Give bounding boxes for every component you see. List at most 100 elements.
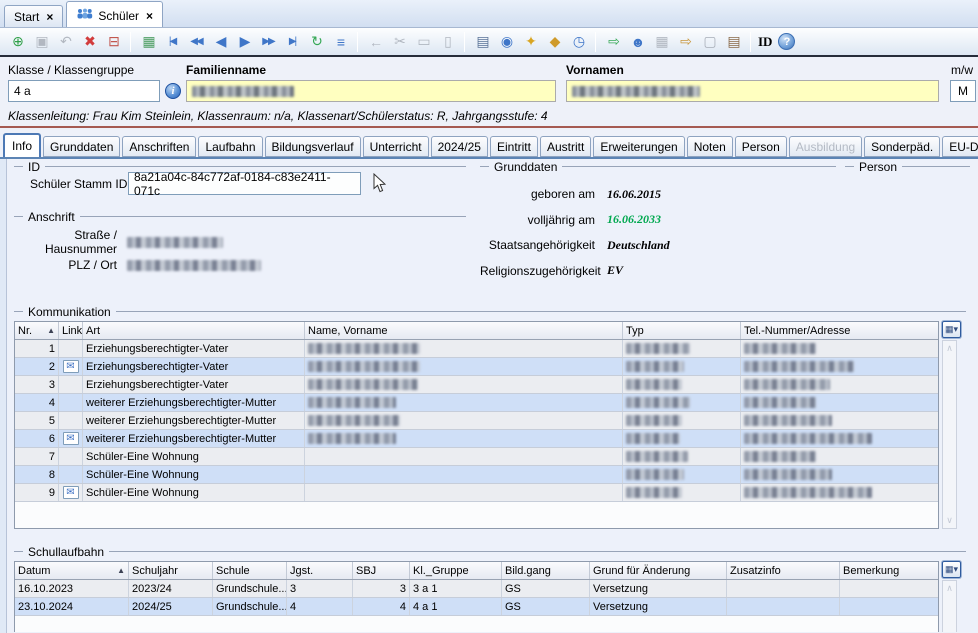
email-icon[interactable]: ✉ — [63, 432, 79, 445]
address-book-icon[interactable]: ▤ — [722, 31, 744, 53]
folder-export-icon[interactable]: ⇨ — [674, 31, 696, 53]
kommunikation-row[interactable]: 3Erziehungsberechtigter-Vater — [15, 376, 938, 394]
column-header-nr-[interactable]: Nr.▲ — [15, 322, 59, 339]
last-record-icon[interactable]: ▶| — [281, 31, 303, 53]
column-header-sbj[interactable]: SBJ — [353, 562, 410, 579]
kommunikation-row[interactable]: 1Erziehungsberechtigter-Vater — [15, 340, 938, 358]
email-icon[interactable]: ✉ — [63, 486, 79, 499]
preview-eye-icon[interactable]: ◉ — [495, 31, 517, 53]
column-header-grund-f-r-nderung[interactable]: Grund für Änderung — [590, 562, 727, 579]
close-icon[interactable]: × — [46, 10, 53, 24]
list-view-icon[interactable]: ≡ — [329, 31, 351, 53]
remove-form-icon[interactable]: ⊟ — [102, 31, 124, 53]
tab-anschriften[interactable]: Anschriften — [122, 136, 196, 157]
tab-eintritt[interactable]: Eintritt — [490, 136, 538, 157]
tab-2024-25[interactable]: 2024/25 — [431, 136, 488, 157]
kommunikation-section: Kommunikation — [14, 305, 966, 318]
id-button[interactable]: ID — [758, 34, 772, 50]
column-header-label: Kl._Gruppe — [413, 565, 469, 577]
column-options-button[interactable]: ▦▾ — [942, 561, 961, 578]
klasse-input[interactable]: 4 a — [8, 80, 160, 102]
back-icon: ← — [364, 31, 386, 53]
kommunikation-row[interactable]: 6✉weiterer Erziehungsberechtigter-Mutter — [15, 430, 938, 448]
tab-sonderpäd-[interactable]: Sonderpäd. — [864, 136, 940, 157]
next-record-icon[interactable]: ▶ — [233, 31, 255, 53]
tab-grunddaten[interactable]: Grunddaten — [43, 136, 120, 157]
cut-icon: ✂ — [388, 31, 410, 53]
fast-next-icon[interactable]: ▶▶ — [257, 31, 279, 53]
schullaufbahn-scrollbar[interactable]: ∧ — [942, 580, 957, 632]
email-icon[interactable]: ✉ — [63, 360, 79, 373]
print-icon[interactable]: ▤ — [471, 31, 493, 53]
redacted-tel — [744, 379, 830, 390]
column-header-art[interactable]: Art — [83, 322, 305, 339]
datasheet-icon[interactable]: ▦ — [137, 31, 159, 53]
fast-previous-icon[interactable]: ◀◀ — [185, 31, 207, 53]
scroll-up-icon[interactable]: ∧ — [943, 583, 956, 594]
previous-record-icon[interactable]: ◀ — [209, 31, 231, 53]
kommunikation-row[interactable]: 5weiterer Erziehungsberechtigter-Mutter — [15, 412, 938, 430]
tab-person[interactable]: Person — [735, 136, 787, 157]
column-header-zusatzinfo[interactable]: Zusatzinfo — [727, 562, 840, 579]
delete-record-icon[interactable]: ✖ — [78, 31, 100, 53]
kommunikation-row[interactable]: 8Schüler-Eine Wohnung — [15, 466, 938, 484]
new-record-icon[interactable]: ⊕ — [6, 31, 28, 53]
refresh-icon[interactable]: ↻ — [305, 31, 327, 53]
link-cell: ✉ — [59, 358, 83, 375]
column-options-button[interactable]: ▦▾ — [942, 321, 961, 338]
info-icon[interactable]: i — [165, 83, 181, 99]
typ-cell — [623, 394, 741, 411]
schullaufbahn-row[interactable]: 16.10.20232023/24Grundschule...333 a 1GS… — [15, 580, 938, 598]
student-icon[interactable]: ☻ — [626, 31, 648, 53]
left-splitter[interactable] — [0, 159, 7, 633]
column-header-typ[interactable]: Typ — [623, 322, 741, 339]
reminder-clock-icon[interactable]: ◷ — [567, 31, 589, 53]
column-header-datum[interactable]: Datum▲ — [15, 562, 129, 579]
help-icon[interactable]: ? — [778, 33, 795, 50]
column-header-schule[interactable]: Schule — [213, 562, 287, 579]
vornamen-input[interactable] — [566, 80, 939, 102]
tab-schueler[interactable]: Schüler × — [66, 1, 163, 27]
column-header-tel-nummer-adresse[interactable]: Tel.-Nummer/Adresse — [741, 322, 938, 339]
kommunikation-row[interactable]: 2✉Erziehungsberechtigter-Vater — [15, 358, 938, 376]
tab-start[interactable]: Start × — [4, 5, 63, 27]
column-header-label: Tel.-Nummer/Adresse — [744, 325, 850, 337]
cell-bild-gang: GS — [502, 580, 590, 597]
tab-noten[interactable]: Noten — [687, 136, 733, 157]
column-header-bemerkung[interactable]: Bemerkung — [840, 562, 938, 579]
nr-cell: 4 — [15, 394, 59, 411]
column-header-link[interactable]: Link — [59, 322, 83, 339]
hint-lightbulb-icon[interactable]: ✦ — [519, 31, 541, 53]
column-header-schuljahr[interactable]: Schuljahr — [129, 562, 213, 579]
notes-icon[interactable]: ▢ — [698, 31, 720, 53]
tab-erweiterungen[interactable]: Erweiterungen — [593, 136, 684, 157]
redacted-familienname — [192, 86, 294, 97]
student-header-form: Klasse / Klassengruppe 4 a i Familiennam… — [0, 59, 978, 126]
stamm-id-input[interactable]: 8a21a04c-84c772af-0184-c83e2411-071c — [128, 172, 361, 195]
scroll-up-icon[interactable]: ∧ — [943, 343, 956, 354]
redacted-tel — [744, 487, 872, 498]
notify-horn-icon[interactable]: ◆ — [543, 31, 565, 53]
tab-eu-dsgvo[interactable]: EU-DSGVO — [942, 136, 978, 157]
tab-unterricht[interactable]: Unterricht — [363, 136, 429, 157]
close-icon[interactable]: × — [146, 9, 153, 23]
tab-laufbahn[interactable]: Laufbahn — [198, 136, 262, 157]
export-package-icon[interactable]: ⇨ — [602, 31, 624, 53]
tab-austritt[interactable]: Austritt — [540, 136, 591, 157]
column-header-bild-gang[interactable]: Bild.gang — [502, 562, 590, 579]
column-header-name-vorname[interactable]: Name, Vorname — [305, 322, 623, 339]
familienname-input[interactable] — [186, 80, 556, 102]
first-record-icon[interactable]: |◀ — [161, 31, 183, 53]
tab-bildungsverlauf[interactable]: Bildungsverlauf — [265, 136, 361, 157]
tab-info[interactable]: Info — [3, 133, 41, 157]
kommunikation-row[interactable]: 4weiterer Erziehungsberechtigter-Mutter — [15, 394, 938, 412]
kommunikation-row[interactable]: 9✉Schüler-Eine Wohnung — [15, 484, 938, 502]
column-header-kl-gruppe[interactable]: Kl._Gruppe — [410, 562, 502, 579]
stamm-id-label: Schüler Stamm ID — [30, 177, 127, 191]
scroll-down-icon[interactable]: ∨ — [943, 515, 956, 526]
mw-input[interactable]: M — [950, 80, 976, 102]
schullaufbahn-row[interactable]: 23.10.20242024/25Grundschule...444 a 1GS… — [15, 598, 938, 616]
column-header-jgst-[interactable]: Jgst. — [287, 562, 353, 579]
kommunikation-scrollbar[interactable]: ∧ ∨ — [942, 340, 957, 529]
kommunikation-row[interactable]: 7Schüler-Eine Wohnung — [15, 448, 938, 466]
